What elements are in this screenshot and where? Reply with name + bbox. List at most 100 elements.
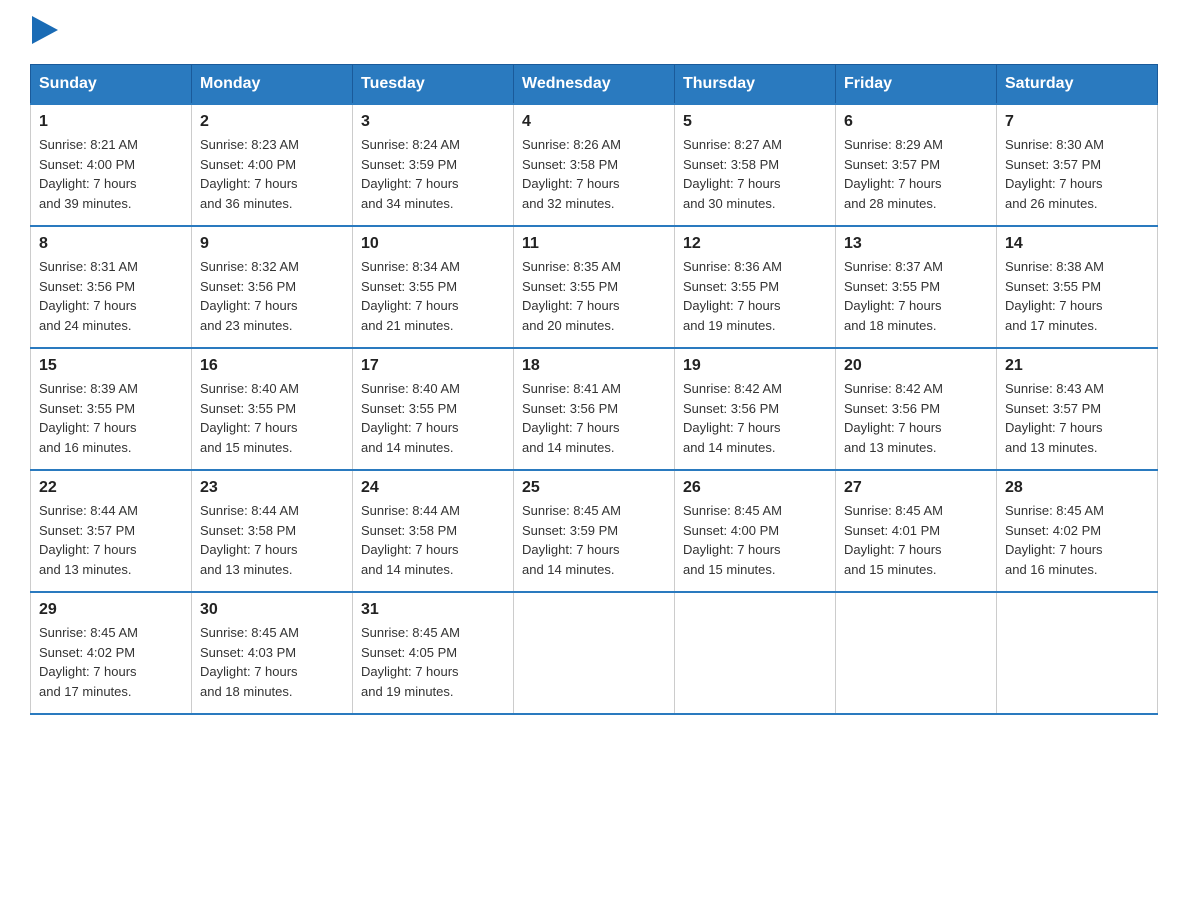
header-tuesday: Tuesday [353, 65, 514, 105]
day-cell: 8 Sunrise: 8:31 AM Sunset: 3:56 PM Dayli… [31, 226, 192, 348]
day-cell: 14 Sunrise: 8:38 AM Sunset: 3:55 PM Dayl… [997, 226, 1158, 348]
week-row-2: 8 Sunrise: 8:31 AM Sunset: 3:56 PM Dayli… [31, 226, 1158, 348]
day-cell: 4 Sunrise: 8:26 AM Sunset: 3:58 PM Dayli… [514, 104, 675, 226]
day-info: Sunrise: 8:34 AM Sunset: 3:55 PM Dayligh… [361, 257, 505, 335]
day-number: 19 [683, 357, 827, 375]
day-info: Sunrise: 8:37 AM Sunset: 3:55 PM Dayligh… [844, 257, 988, 335]
day-info: Sunrise: 8:23 AM Sunset: 4:00 PM Dayligh… [200, 135, 344, 213]
day-cell: 11 Sunrise: 8:35 AM Sunset: 3:55 PM Dayl… [514, 226, 675, 348]
day-info: Sunrise: 8:45 AM Sunset: 4:02 PM Dayligh… [1005, 501, 1149, 579]
day-number: 23 [200, 479, 344, 497]
day-number: 5 [683, 113, 827, 131]
day-number: 15 [39, 357, 183, 375]
day-cell: 12 Sunrise: 8:36 AM Sunset: 3:55 PM Dayl… [675, 226, 836, 348]
day-number: 26 [683, 479, 827, 497]
day-cell: 1 Sunrise: 8:21 AM Sunset: 4:00 PM Dayli… [31, 104, 192, 226]
day-cell: 27 Sunrise: 8:45 AM Sunset: 4:01 PM Dayl… [836, 470, 997, 592]
day-cell: 10 Sunrise: 8:34 AM Sunset: 3:55 PM Dayl… [353, 226, 514, 348]
day-number: 29 [39, 601, 183, 619]
day-cell: 9 Sunrise: 8:32 AM Sunset: 3:56 PM Dayli… [192, 226, 353, 348]
day-cell: 3 Sunrise: 8:24 AM Sunset: 3:59 PM Dayli… [353, 104, 514, 226]
day-info: Sunrise: 8:44 AM Sunset: 3:58 PM Dayligh… [361, 501, 505, 579]
day-number: 25 [522, 479, 666, 497]
day-cell [675, 592, 836, 714]
day-cell: 16 Sunrise: 8:40 AM Sunset: 3:55 PM Dayl… [192, 348, 353, 470]
day-cell: 29 Sunrise: 8:45 AM Sunset: 4:02 PM Dayl… [31, 592, 192, 714]
day-info: Sunrise: 8:26 AM Sunset: 3:58 PM Dayligh… [522, 135, 666, 213]
logo [30, 20, 58, 44]
day-number: 9 [200, 235, 344, 253]
day-info: Sunrise: 8:44 AM Sunset: 3:58 PM Dayligh… [200, 501, 344, 579]
day-cell [997, 592, 1158, 714]
day-info: Sunrise: 8:40 AM Sunset: 3:55 PM Dayligh… [361, 379, 505, 457]
day-info: Sunrise: 8:44 AM Sunset: 3:57 PM Dayligh… [39, 501, 183, 579]
day-cell: 22 Sunrise: 8:44 AM Sunset: 3:57 PM Dayl… [31, 470, 192, 592]
day-number: 10 [361, 235, 505, 253]
week-row-4: 22 Sunrise: 8:44 AM Sunset: 3:57 PM Dayl… [31, 470, 1158, 592]
day-cell: 13 Sunrise: 8:37 AM Sunset: 3:55 PM Dayl… [836, 226, 997, 348]
day-info: Sunrise: 8:45 AM Sunset: 4:01 PM Dayligh… [844, 501, 988, 579]
day-info: Sunrise: 8:32 AM Sunset: 3:56 PM Dayligh… [200, 257, 344, 335]
day-cell: 28 Sunrise: 8:45 AM Sunset: 4:02 PM Dayl… [997, 470, 1158, 592]
day-info: Sunrise: 8:45 AM Sunset: 4:00 PM Dayligh… [683, 501, 827, 579]
day-number: 12 [683, 235, 827, 253]
day-number: 2 [200, 113, 344, 131]
day-cell: 23 Sunrise: 8:44 AM Sunset: 3:58 PM Dayl… [192, 470, 353, 592]
day-info: Sunrise: 8:36 AM Sunset: 3:55 PM Dayligh… [683, 257, 827, 335]
day-info: Sunrise: 8:30 AM Sunset: 3:57 PM Dayligh… [1005, 135, 1149, 213]
calendar-header-row: SundayMondayTuesdayWednesdayThursdayFrid… [31, 65, 1158, 105]
day-number: 17 [361, 357, 505, 375]
day-cell: 7 Sunrise: 8:30 AM Sunset: 3:57 PM Dayli… [997, 104, 1158, 226]
day-number: 8 [39, 235, 183, 253]
day-info: Sunrise: 8:42 AM Sunset: 3:56 PM Dayligh… [844, 379, 988, 457]
day-number: 7 [1005, 113, 1149, 131]
day-cell: 2 Sunrise: 8:23 AM Sunset: 4:00 PM Dayli… [192, 104, 353, 226]
day-info: Sunrise: 8:45 AM Sunset: 4:05 PM Dayligh… [361, 623, 505, 701]
day-cell: 5 Sunrise: 8:27 AM Sunset: 3:58 PM Dayli… [675, 104, 836, 226]
day-number: 3 [361, 113, 505, 131]
day-number: 11 [522, 235, 666, 253]
day-number: 6 [844, 113, 988, 131]
day-cell: 24 Sunrise: 8:44 AM Sunset: 3:58 PM Dayl… [353, 470, 514, 592]
header-sunday: Sunday [31, 65, 192, 105]
day-cell: 25 Sunrise: 8:45 AM Sunset: 3:59 PM Dayl… [514, 470, 675, 592]
day-number: 18 [522, 357, 666, 375]
day-number: 27 [844, 479, 988, 497]
day-number: 14 [1005, 235, 1149, 253]
page-header [30, 20, 1158, 44]
day-cell: 6 Sunrise: 8:29 AM Sunset: 3:57 PM Dayli… [836, 104, 997, 226]
day-info: Sunrise: 8:45 AM Sunset: 3:59 PM Dayligh… [522, 501, 666, 579]
day-info: Sunrise: 8:29 AM Sunset: 3:57 PM Dayligh… [844, 135, 988, 213]
header-friday: Friday [836, 65, 997, 105]
day-number: 13 [844, 235, 988, 253]
day-info: Sunrise: 8:39 AM Sunset: 3:55 PM Dayligh… [39, 379, 183, 457]
day-info: Sunrise: 8:45 AM Sunset: 4:02 PM Dayligh… [39, 623, 183, 701]
day-number: 28 [1005, 479, 1149, 497]
week-row-3: 15 Sunrise: 8:39 AM Sunset: 3:55 PM Dayl… [31, 348, 1158, 470]
day-info: Sunrise: 8:24 AM Sunset: 3:59 PM Dayligh… [361, 135, 505, 213]
day-info: Sunrise: 8:43 AM Sunset: 3:57 PM Dayligh… [1005, 379, 1149, 457]
day-cell: 31 Sunrise: 8:45 AM Sunset: 4:05 PM Dayl… [353, 592, 514, 714]
day-number: 16 [200, 357, 344, 375]
day-cell [514, 592, 675, 714]
day-number: 30 [200, 601, 344, 619]
day-cell: 26 Sunrise: 8:45 AM Sunset: 4:00 PM Dayl… [675, 470, 836, 592]
day-cell: 17 Sunrise: 8:40 AM Sunset: 3:55 PM Dayl… [353, 348, 514, 470]
header-monday: Monday [192, 65, 353, 105]
day-info: Sunrise: 8:41 AM Sunset: 3:56 PM Dayligh… [522, 379, 666, 457]
week-row-1: 1 Sunrise: 8:21 AM Sunset: 4:00 PM Dayli… [31, 104, 1158, 226]
day-cell: 20 Sunrise: 8:42 AM Sunset: 3:56 PM Dayl… [836, 348, 997, 470]
calendar-table: SundayMondayTuesdayWednesdayThursdayFrid… [30, 64, 1158, 715]
day-number: 1 [39, 113, 183, 131]
day-info: Sunrise: 8:40 AM Sunset: 3:55 PM Dayligh… [200, 379, 344, 457]
day-info: Sunrise: 8:42 AM Sunset: 3:56 PM Dayligh… [683, 379, 827, 457]
logo-arrow-icon [32, 16, 58, 44]
day-info: Sunrise: 8:45 AM Sunset: 4:03 PM Dayligh… [200, 623, 344, 701]
header-saturday: Saturday [997, 65, 1158, 105]
day-info: Sunrise: 8:31 AM Sunset: 3:56 PM Dayligh… [39, 257, 183, 335]
header-wednesday: Wednesday [514, 65, 675, 105]
day-number: 20 [844, 357, 988, 375]
week-row-5: 29 Sunrise: 8:45 AM Sunset: 4:02 PM Dayl… [31, 592, 1158, 714]
day-info: Sunrise: 8:35 AM Sunset: 3:55 PM Dayligh… [522, 257, 666, 335]
day-cell: 21 Sunrise: 8:43 AM Sunset: 3:57 PM Dayl… [997, 348, 1158, 470]
